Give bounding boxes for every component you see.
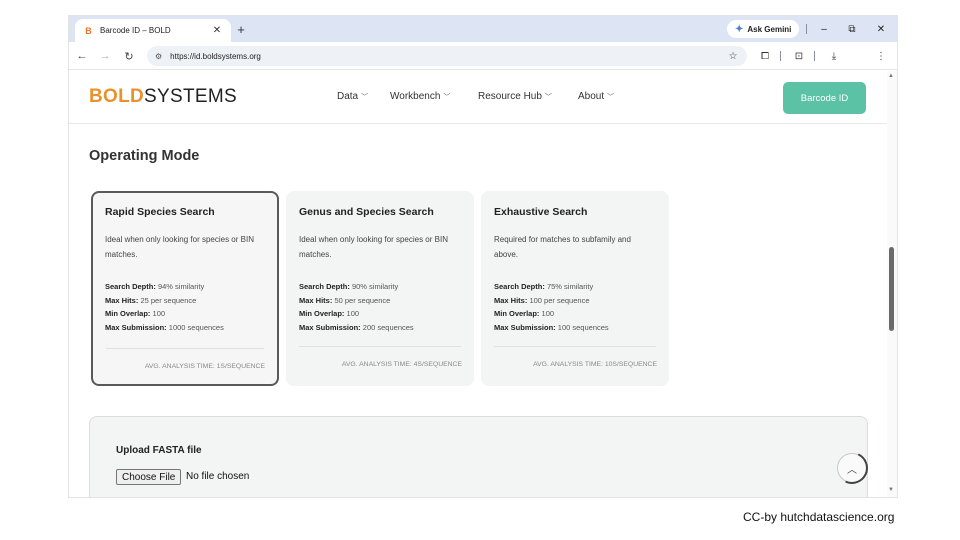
file-status-text: No file chosen (186, 471, 250, 482)
card-title: Genus and Species Search (299, 206, 434, 218)
scrollbar-thumb[interactable] (889, 247, 894, 331)
download-icon[interactable]: ⤓ (826, 48, 842, 64)
media-cast-icon[interactable]: ⊡ (791, 48, 807, 64)
url-text: https://id.boldsystems.org (170, 51, 261, 61)
extensions-icon[interactable]: ⧠ (757, 48, 773, 64)
card-specs: Search Depth: 90% similarity Max Hits: 5… (299, 282, 414, 332)
upload-panel: Upload FASTA file Choose File No file ch… (89, 416, 873, 497)
card-title: Rapid Species Search (105, 206, 215, 218)
bold-favicon-icon: B (85, 25, 92, 36)
reload-icon[interactable]: ↻ (121, 48, 137, 64)
card-description: Required for matches to subfamily and ab… (494, 235, 631, 259)
card-specs: Search Depth: 75% similarity Max Hits: 1… (494, 282, 609, 332)
toolbar-divider (780, 51, 781, 61)
mode-card-rapid-species[interactable]: Rapid Species Search Ideal when only loo… (91, 191, 279, 386)
tab-strip: B Barcode ID – BOLD ✕ + ✦ Ask Gemini – ⧉… (69, 16, 897, 42)
chevron-down-icon: ﹀ (443, 94, 451, 101)
section-title: Operating Mode (89, 148, 200, 164)
forward-arrow-icon[interactable]: → (97, 48, 113, 64)
browser-tab[interactable]: B Barcode ID – BOLD ✕ (75, 19, 231, 42)
card-description: Ideal when only looking for species or B… (299, 235, 448, 259)
close-icon[interactable]: ✕ (211, 25, 223, 36)
card-specs: Search Depth: 94% similarity Max Hits: 2… (105, 282, 224, 332)
barcode-id-button[interactable]: Barcode ID (783, 82, 866, 114)
page-scrollbar[interactable]: ▲ ▼ (887, 71, 897, 497)
chevron-down-icon: ﹀ (607, 94, 615, 101)
avg-analysis-time: AVG. ANALYSIS TIME: 1s/sequence (144, 363, 265, 370)
chevron-down-icon: ﹀ (361, 94, 369, 101)
slide: B Barcode ID – BOLD ✕ + ✦ Ask Gemini – ⧉… (0, 0, 960, 540)
upload-fasta-label: Upload FASTA file (116, 445, 202, 456)
address-bar[interactable]: ⚙ https://id.boldsystems.org (147, 46, 747, 66)
avg-analysis-time: AVG. ANALYSIS TIME: 10s/sequence (533, 361, 657, 368)
toolbar-divider (814, 51, 815, 61)
new-tab-plus-icon[interactable]: + (233, 21, 249, 37)
choose-file-button[interactable]: Choose File (116, 469, 182, 485)
mode-card-genus-species[interactable]: Genus and Species Search Ideal when only… (286, 191, 474, 386)
chevron-down-icon: ﹀ (544, 94, 552, 101)
credit-text: CC-by hutchdatascience.org (743, 510, 895, 524)
site-header: BOLDSYSTEMS Data ﹀ Workbench ﹀ Resource Hu… (69, 71, 887, 124)
ask-gemini-button[interactable]: ✦ Ask Gemini (727, 20, 800, 38)
bookmark-star-icon[interactable]: ☆ (725, 48, 741, 64)
avg-analysis-time: AVG. ANALYSIS TIME: 4s/sequence (341, 361, 462, 368)
scroll-down-arrow-icon[interactable]: ▼ (888, 487, 894, 493)
nav-menu-about[interactable]: About ﹀ (578, 91, 614, 102)
nav-menu-data[interactable]: Data ﹀ (337, 91, 368, 102)
browser-toolbar: ← → ↻ ⚙ https://id.boldsystems.org ☆ ⧠ ⊡… (69, 42, 897, 70)
window-close-icon[interactable]: ✕ (871, 20, 891, 38)
kebab-menu-icon[interactable]: ⋮ (873, 48, 889, 64)
site-info-icon[interactable]: ⚙ (155, 52, 162, 61)
card-divider (494, 346, 656, 347)
card-title: Exhaustive Search (494, 206, 588, 218)
card-divider (106, 348, 264, 349)
bold-systems-logo[interactable]: BOLDSYSTEMS (89, 86, 237, 108)
scroll-progress-ring (831, 447, 873, 489)
tab-title: Barcode ID – BOLD (100, 26, 171, 35)
restore-icon[interactable]: ⧉ (842, 20, 862, 38)
back-arrow-icon[interactable]: ← (74, 48, 90, 64)
web-page: BOLDSYSTEMS Data ﹀ Workbench ﹀ Resource Hu… (69, 71, 887, 497)
minimize-icon[interactable]: – (814, 20, 834, 38)
tab-strip-divider (806, 24, 807, 34)
nav-menu-workbench[interactable]: Workbench ﹀ (390, 91, 450, 102)
gemini-sparkle-icon: ✦ (735, 23, 744, 35)
browser-window: B Barcode ID – BOLD ✕ + ✦ Ask Gemini – ⧉… (69, 16, 897, 497)
ask-gemini-label: Ask Gemini (747, 24, 792, 34)
mode-card-exhaustive[interactable]: Exhaustive Search Required for matches t… (481, 191, 669, 386)
card-description: Ideal when only looking for species or B… (105, 235, 254, 259)
scroll-up-arrow-icon[interactable]: ▲ (888, 73, 894, 79)
scroll-to-top-button[interactable]: ︿ (831, 447, 873, 489)
card-divider (299, 346, 461, 347)
nav-menu-resource-hub[interactable]: Resource Hub ﹀ (478, 91, 552, 102)
